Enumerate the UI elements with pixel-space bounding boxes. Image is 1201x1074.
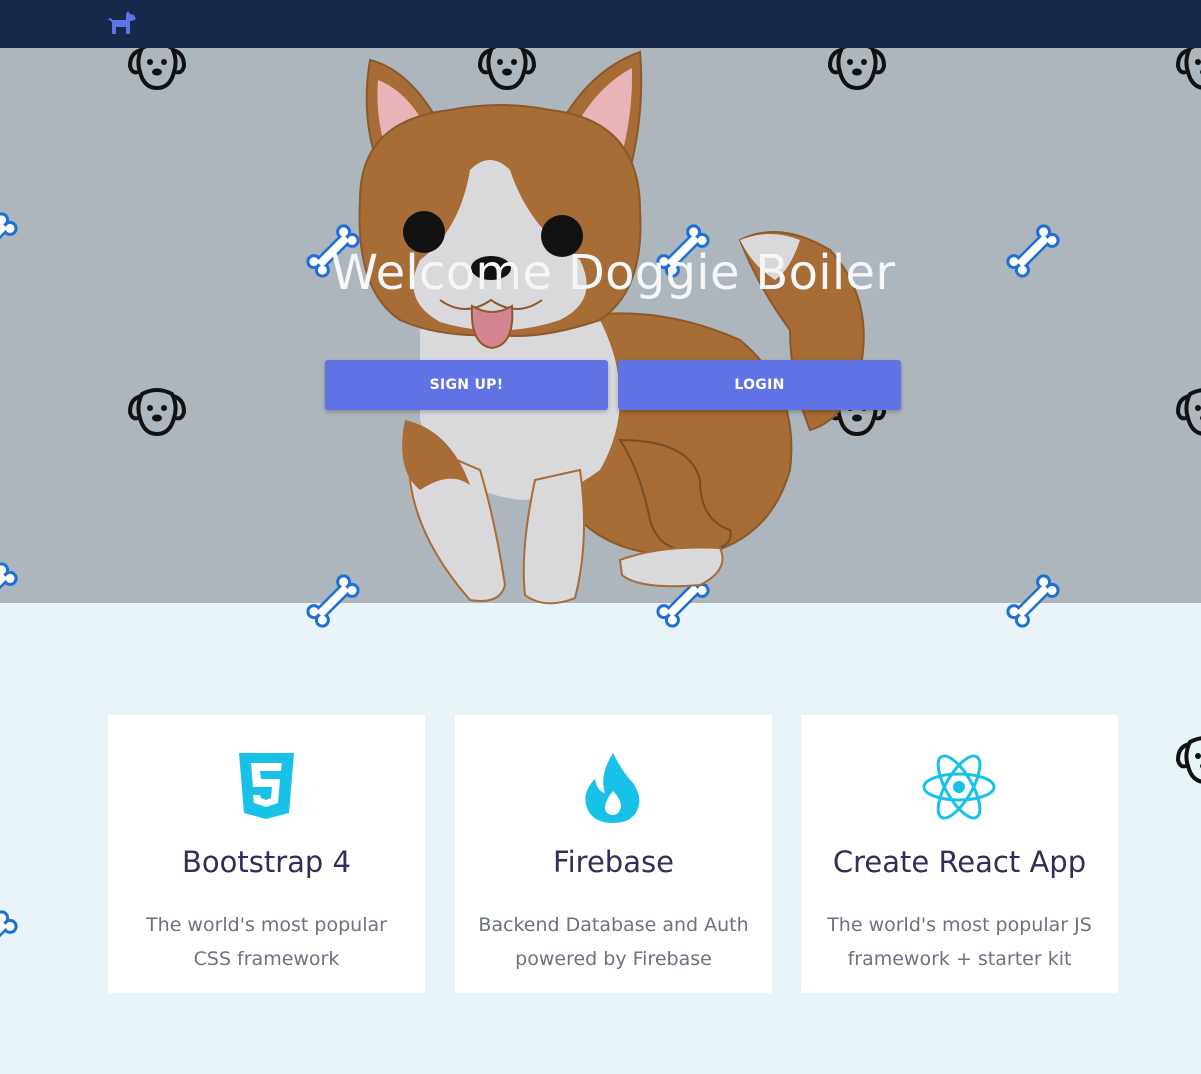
bone-icon xyxy=(0,910,18,955)
dog-icon[interactable] xyxy=(106,10,138,38)
feature-title: Firebase xyxy=(553,845,674,879)
feature-description: Backend Database and Auth powered by Fir… xyxy=(478,914,749,970)
feature-title: Bootstrap 4 xyxy=(181,845,351,879)
firebase-flame-icon xyxy=(585,753,640,823)
login-button[interactable]: LOGIN xyxy=(618,360,901,410)
css3-icon xyxy=(239,753,294,819)
react-atom-icon xyxy=(922,754,996,820)
navbar xyxy=(0,0,1201,48)
signup-button[interactable]: SIGN UP! xyxy=(325,360,608,410)
hero-title: Welcome Doggie Boiler xyxy=(330,245,896,301)
dog-face-icon xyxy=(1175,736,1201,784)
feature-title: Create React App xyxy=(832,845,1087,879)
feature-card-react: Create React App The world's most popula… xyxy=(801,715,1118,993)
feature-card-firebase: Firebase Backend Database and Auth power… xyxy=(455,715,772,993)
feature-description: The world's most popular CSS framework xyxy=(146,914,387,970)
corgi-illustration xyxy=(358,50,865,605)
feature-description: The world's most popular JS framework + … xyxy=(827,914,1092,970)
feature-card-bootstrap: Bootstrap 4 The world's most popular CSS… xyxy=(108,715,425,993)
